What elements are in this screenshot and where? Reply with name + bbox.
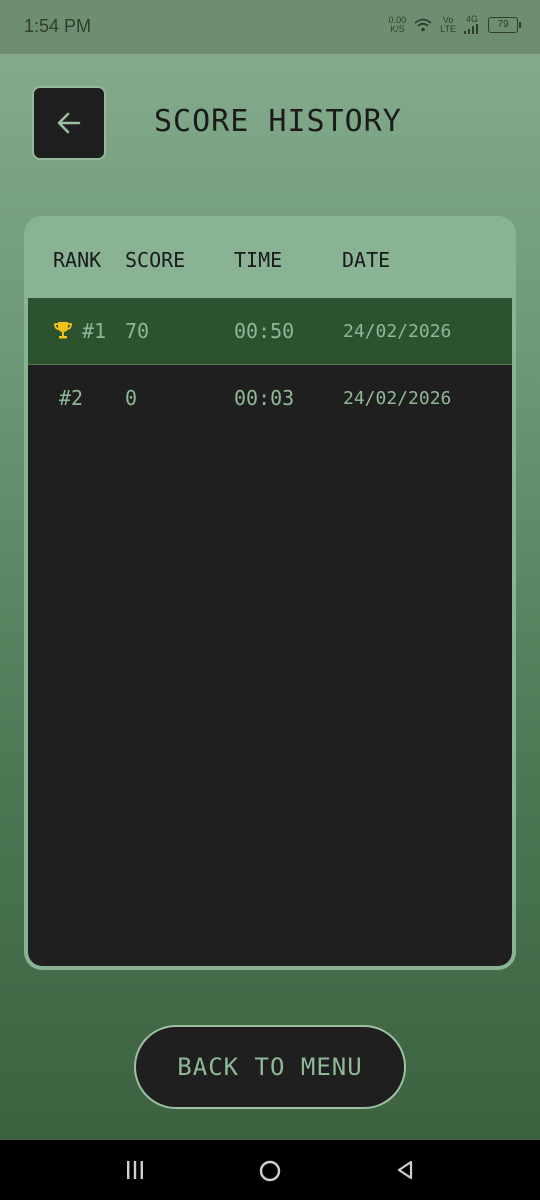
rank-cell: #1 (82, 319, 107, 343)
rank-cell: #2 (59, 386, 84, 410)
navigation-bar (0, 1140, 540, 1200)
column-rank: RANK (53, 248, 102, 272)
table-header: RANK SCORE TIME DATE (24, 216, 516, 298)
page-title: SCORE HISTORY (154, 104, 402, 139)
volte-bottom: LTE (440, 23, 456, 34)
network-type: 4G (465, 14, 478, 24)
battery-icon: 79 (488, 16, 521, 33)
back-button[interactable] (32, 86, 106, 160)
trophy-icon (54, 322, 72, 339)
table-row: #1 70 00:50 24/02/2026 (28, 298, 512, 365)
arrow-left-icon (57, 112, 81, 134)
date-cell: 24/02/2026 (343, 388, 452, 409)
menu-icon[interactable] (124, 1159, 146, 1181)
volte-indicator: Vo LTE (440, 15, 456, 34)
table-row: #2 0 00:03 24/02/2026 (28, 365, 512, 431)
wifi-icon (414, 18, 432, 31)
column-score: SCORE (125, 248, 186, 272)
home-icon[interactable] (258, 1159, 282, 1183)
score-cell: 70 (125, 319, 150, 343)
net-speed: 0.00 K/S (389, 15, 407, 34)
net-speed-unit: K/S (390, 23, 405, 34)
status-bar: 1:54 PM 0.00 K/S Vo LTE 4G 79 (0, 0, 540, 54)
back-triangle-icon[interactable] (394, 1159, 416, 1181)
status-icons: 0.00 K/S Vo LTE 4G 79 (389, 15, 521, 34)
signal-icon (464, 24, 478, 34)
column-date: DATE (342, 248, 391, 272)
signal-group: 4G (464, 15, 480, 34)
date-cell: 24/02/2026 (343, 321, 452, 342)
score-table: RANK SCORE TIME DATE #1 70 00:50 24/02/2… (24, 216, 516, 970)
back-to-menu-button[interactable]: BACK TO MENU (134, 1025, 406, 1109)
time-cell: 00:50 (234, 319, 295, 343)
status-time: 1:54 PM (24, 16, 92, 36)
score-cell: 0 (125, 386, 138, 410)
column-time: TIME (234, 248, 283, 272)
table-body: #1 70 00:50 24/02/2026 #2 0 00:03 24/02/… (28, 298, 512, 966)
time-cell: 00:03 (234, 386, 295, 410)
